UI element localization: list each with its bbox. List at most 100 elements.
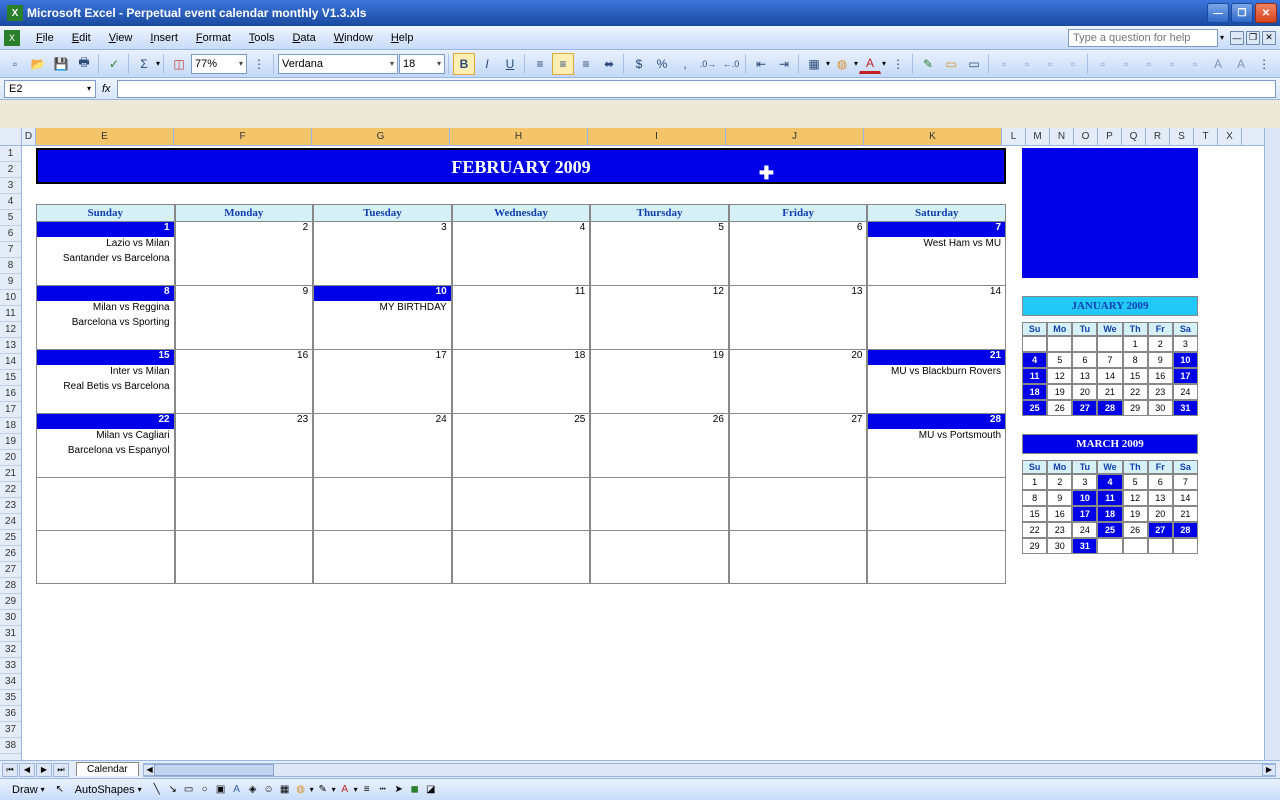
row-header[interactable]: 6 bbox=[0, 226, 21, 242]
day-cell[interactable]: 21MU vs Blackburn Rovers bbox=[867, 350, 1006, 414]
mini-day-cell[interactable]: 10 bbox=[1072, 490, 1097, 506]
row-header[interactable]: 1 bbox=[0, 146, 21, 162]
day-cell[interactable]: 2 bbox=[175, 222, 314, 286]
mini-day-cell[interactable]: 14 bbox=[1097, 368, 1122, 384]
mini-day-cell[interactable]: 4 bbox=[1022, 352, 1047, 368]
decrease-decimal-icon[interactable]: ←.0 bbox=[720, 53, 742, 75]
toolbar-options-icon[interactable]: ⋮ bbox=[248, 53, 270, 75]
mini-day-cell[interactable]: 23 bbox=[1047, 522, 1072, 538]
extra2-icon[interactable]: ▫ bbox=[1016, 53, 1038, 75]
mini-day-cell[interactable]: 3 bbox=[1072, 474, 1097, 490]
mini-day-cell[interactable]: 13 bbox=[1072, 368, 1097, 384]
arrow-icon[interactable]: ↘ bbox=[166, 783, 180, 797]
mini-day-cell[interactable]: 25 bbox=[1022, 400, 1047, 416]
day-cell[interactable]: 5 bbox=[590, 222, 729, 286]
col-header[interactable]: I bbox=[588, 128, 726, 145]
increase-decimal-icon[interactable]: .0→ bbox=[697, 53, 719, 75]
tab-prev-icon[interactable]: ◀ bbox=[19, 763, 35, 777]
day-cell[interactable]: 20 bbox=[729, 350, 868, 414]
mini-day-cell[interactable]: 11 bbox=[1022, 368, 1047, 384]
mini-day-cell[interactable] bbox=[1123, 538, 1148, 554]
mini-day-cell[interactable]: 4 bbox=[1097, 474, 1122, 490]
row-header[interactable]: 7 bbox=[0, 242, 21, 258]
fontcolor-dropdown-icon[interactable]: ▾ bbox=[882, 59, 886, 68]
wordart-icon[interactable]: A bbox=[230, 783, 244, 797]
day-cell[interactable] bbox=[867, 478, 1006, 531]
mini-day-cell[interactable]: 17 bbox=[1072, 506, 1097, 522]
align-center-icon[interactable]: ≡ bbox=[552, 53, 574, 75]
day-cell[interactable]: 13 bbox=[729, 286, 868, 350]
row-header[interactable]: 19 bbox=[0, 434, 21, 450]
tab-next-icon[interactable]: ▶ bbox=[36, 763, 52, 777]
row-header[interactable]: 38 bbox=[0, 738, 21, 754]
fill-color2-icon[interactable]: ◍ bbox=[294, 783, 308, 797]
draw-menu[interactable]: Draw ▾ bbox=[6, 783, 51, 797]
horizontal-scrollbar[interactable]: ◀ ▶ bbox=[143, 763, 1276, 777]
comma-icon[interactable]: , bbox=[674, 53, 696, 75]
mini-day-cell[interactable] bbox=[1173, 538, 1198, 554]
col-header[interactable]: K bbox=[864, 128, 1002, 145]
select-all-corner[interactable] bbox=[0, 128, 21, 146]
mini-day-cell[interactable]: 17 bbox=[1173, 368, 1198, 384]
mini-day-cell[interactable]: 19 bbox=[1123, 506, 1148, 522]
mini-day-cell[interactable]: 28 bbox=[1097, 400, 1122, 416]
day-cell[interactable] bbox=[313, 531, 452, 584]
research-icon[interactable]: ✎ bbox=[917, 53, 939, 75]
row-header[interactable]: 2 bbox=[0, 162, 21, 178]
day-cell[interactable]: 17 bbox=[313, 350, 452, 414]
bold-button[interactable]: B bbox=[453, 53, 475, 75]
menu-file[interactable]: File bbox=[28, 30, 62, 46]
row-header[interactable]: 37 bbox=[0, 722, 21, 738]
day-cell[interactable]: 10MY BIRTHDAY bbox=[313, 286, 452, 350]
scroll-thumb[interactable] bbox=[154, 764, 274, 776]
borders-dropdown-icon[interactable]: ▾ bbox=[826, 59, 830, 68]
sheet-tab-calendar[interactable]: Calendar bbox=[76, 762, 139, 776]
formula-input[interactable] bbox=[117, 80, 1276, 98]
mini-day-cell[interactable]: 9 bbox=[1148, 352, 1173, 368]
font-color2-icon[interactable]: A bbox=[338, 783, 352, 797]
mini-day-cell[interactable]: 25 bbox=[1097, 522, 1122, 538]
arrow-style-icon[interactable]: ➤ bbox=[392, 783, 406, 797]
col-header[interactable]: D bbox=[22, 128, 36, 145]
font-color-icon[interactable]: A bbox=[859, 54, 881, 74]
mini-day-cell[interactable]: 1 bbox=[1123, 336, 1148, 352]
mdi-minimize-button[interactable]: — bbox=[1230, 31, 1244, 45]
line-color-icon[interactable]: ✎ bbox=[316, 783, 330, 797]
row-header[interactable]: 34 bbox=[0, 674, 21, 690]
day-cell[interactable]: 9 bbox=[175, 286, 314, 350]
col-header[interactable]: Q bbox=[1122, 128, 1146, 145]
menu-help[interactable]: Help bbox=[383, 30, 422, 46]
extra6-icon[interactable]: ▫ bbox=[1115, 53, 1137, 75]
font-size-combo[interactable]: 18▾ bbox=[399, 54, 445, 74]
row-header[interactable]: 17 bbox=[0, 402, 21, 418]
mini-day-cell[interactable]: 29 bbox=[1022, 538, 1047, 554]
row-header[interactable]: 29 bbox=[0, 594, 21, 610]
toolbar-options3-icon[interactable]: ⋮ bbox=[1253, 53, 1275, 75]
row-header[interactable]: 10 bbox=[0, 290, 21, 306]
autoshapes-menu[interactable]: AutoShapes ▾ bbox=[69, 783, 148, 797]
fill-dropdown-icon[interactable]: ▾ bbox=[854, 59, 858, 68]
col-header[interactable]: P bbox=[1098, 128, 1122, 145]
close-button[interactable]: ✕ bbox=[1255, 3, 1277, 23]
extra7-icon[interactable]: ▫ bbox=[1138, 53, 1160, 75]
col-header[interactable]: N bbox=[1050, 128, 1074, 145]
translate-icon[interactable]: ▭ bbox=[963, 53, 985, 75]
thesaurus-icon[interactable]: ▭ bbox=[940, 53, 962, 75]
day-cell[interactable] bbox=[729, 531, 868, 584]
fx-icon[interactable]: fx bbox=[102, 83, 111, 95]
mini-day-cell[interactable]: 16 bbox=[1148, 368, 1173, 384]
day-cell[interactable]: 18 bbox=[452, 350, 591, 414]
row-header[interactable]: 30 bbox=[0, 610, 21, 626]
mini-day-cell[interactable]: 21 bbox=[1097, 384, 1122, 400]
row-headers[interactable]: 1234567891011121314151617181920212223242… bbox=[0, 128, 22, 778]
menu-format[interactable]: Format bbox=[188, 30, 239, 46]
column-headers[interactable]: DEFGHIJKLMNOPQRSTX bbox=[22, 128, 1280, 146]
extra5-icon[interactable]: ▫ bbox=[1092, 53, 1114, 75]
col-header[interactable]: L bbox=[1002, 128, 1026, 145]
menu-data[interactable]: Data bbox=[284, 30, 323, 46]
day-cell[interactable] bbox=[175, 478, 314, 531]
row-header[interactable]: 36 bbox=[0, 706, 21, 722]
mini-day-cell[interactable] bbox=[1072, 336, 1097, 352]
dash-style-icon[interactable]: ┅ bbox=[376, 783, 390, 797]
help-search-input[interactable] bbox=[1068, 29, 1218, 47]
